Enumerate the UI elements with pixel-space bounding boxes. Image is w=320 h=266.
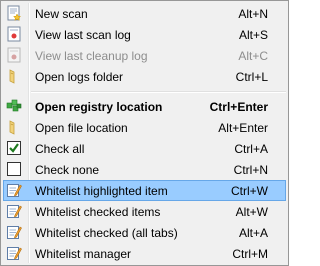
menu-item-whitelist-checked-all-tabs[interactable]: Whitelist checked (all tabs) Alt+A: [1, 222, 288, 243]
menu-item-label: Whitelist manager: [35, 246, 132, 261]
menu-item-open-file-location[interactable]: Open file location Alt+Enter: [1, 117, 288, 138]
menu-item-shortcut: Ctrl+W: [231, 183, 268, 198]
menu-item-label: Whitelist highlighted item: [35, 183, 168, 198]
menu-item-shortcut: Alt+N: [238, 6, 268, 21]
whitelist-icon: [6, 224, 22, 240]
whitelist-icon: [6, 182, 22, 198]
menu-item-shortcut: Alt+C: [238, 48, 268, 63]
context-menu: New scan Alt+N View last scan log Alt+S: [0, 0, 289, 266]
menu-item-label: Whitelist checked items: [35, 204, 161, 219]
menu-item-shortcut: Ctrl+Enter: [209, 99, 268, 114]
menu-item-label: View last scan log: [35, 27, 131, 42]
menu-item-open-logs-folder[interactable]: Open logs folder Ctrl+L: [1, 66, 288, 87]
menu-item-label: View last cleanup log: [35, 48, 148, 63]
menu-item-label: Open logs folder: [35, 69, 124, 84]
menu-items: New scan Alt+N View last scan log Alt+S: [1, 3, 288, 264]
checkbox-empty-icon: [6, 161, 22, 177]
menu-item-view-cleanup-log: View last cleanup log Alt+C: [1, 45, 288, 66]
menu-item-label: Check none: [35, 162, 100, 177]
menu-item-new-scan[interactable]: New scan Alt+N: [1, 3, 288, 24]
menu-item-whitelist-checked[interactable]: Whitelist checked items Alt+W: [1, 201, 288, 222]
menu-item-check-none[interactable]: Check none Ctrl+N: [1, 159, 288, 180]
menu-item-shortcut: Alt+W: [235, 204, 268, 219]
menu-item-shortcut: Ctrl+A: [234, 141, 268, 156]
whitelist-icon: [6, 245, 22, 261]
new-scan-icon: [6, 5, 22, 21]
checkbox-checked-icon: [6, 140, 22, 156]
cleanup-log-icon: [6, 47, 22, 63]
folder-icon: [6, 68, 22, 84]
menu-item-whitelist-highlighted[interactable]: Whitelist highlighted item Ctrl+W: [3, 180, 286, 201]
menu-item-view-scan-log[interactable]: View last scan log Alt+S: [1, 24, 288, 45]
menu-item-label: Check all: [35, 141, 85, 156]
whitelist-icon: [6, 203, 22, 219]
registry-icon: [6, 98, 22, 114]
menu-item-shortcut: Ctrl+M: [232, 246, 268, 261]
menu-item-shortcut: Ctrl+L: [235, 69, 268, 84]
folder-icon: [6, 119, 22, 135]
scan-log-icon: [6, 26, 22, 42]
menu-item-label: Whitelist checked (all tabs): [35, 225, 178, 240]
menu-item-shortcut: Alt+S: [238, 27, 268, 42]
menu-separator: [1, 87, 288, 96]
menu-item-shortcut: Ctrl+N: [233, 162, 268, 177]
menu-item-label: Open registry location: [35, 99, 163, 114]
menu-item-label: New scan: [35, 6, 88, 21]
menu-item-shortcut: Alt+Enter: [218, 120, 268, 135]
menu-item-check-all[interactable]: Check all Ctrl+A: [1, 138, 288, 159]
menu-item-label: Open file location: [35, 120, 128, 135]
menu-item-whitelist-manager[interactable]: Whitelist manager Ctrl+M: [1, 243, 288, 264]
menu-item-shortcut: Alt+A: [238, 225, 268, 240]
menu-item-open-registry-location[interactable]: Open registry location Ctrl+Enter: [1, 96, 288, 117]
